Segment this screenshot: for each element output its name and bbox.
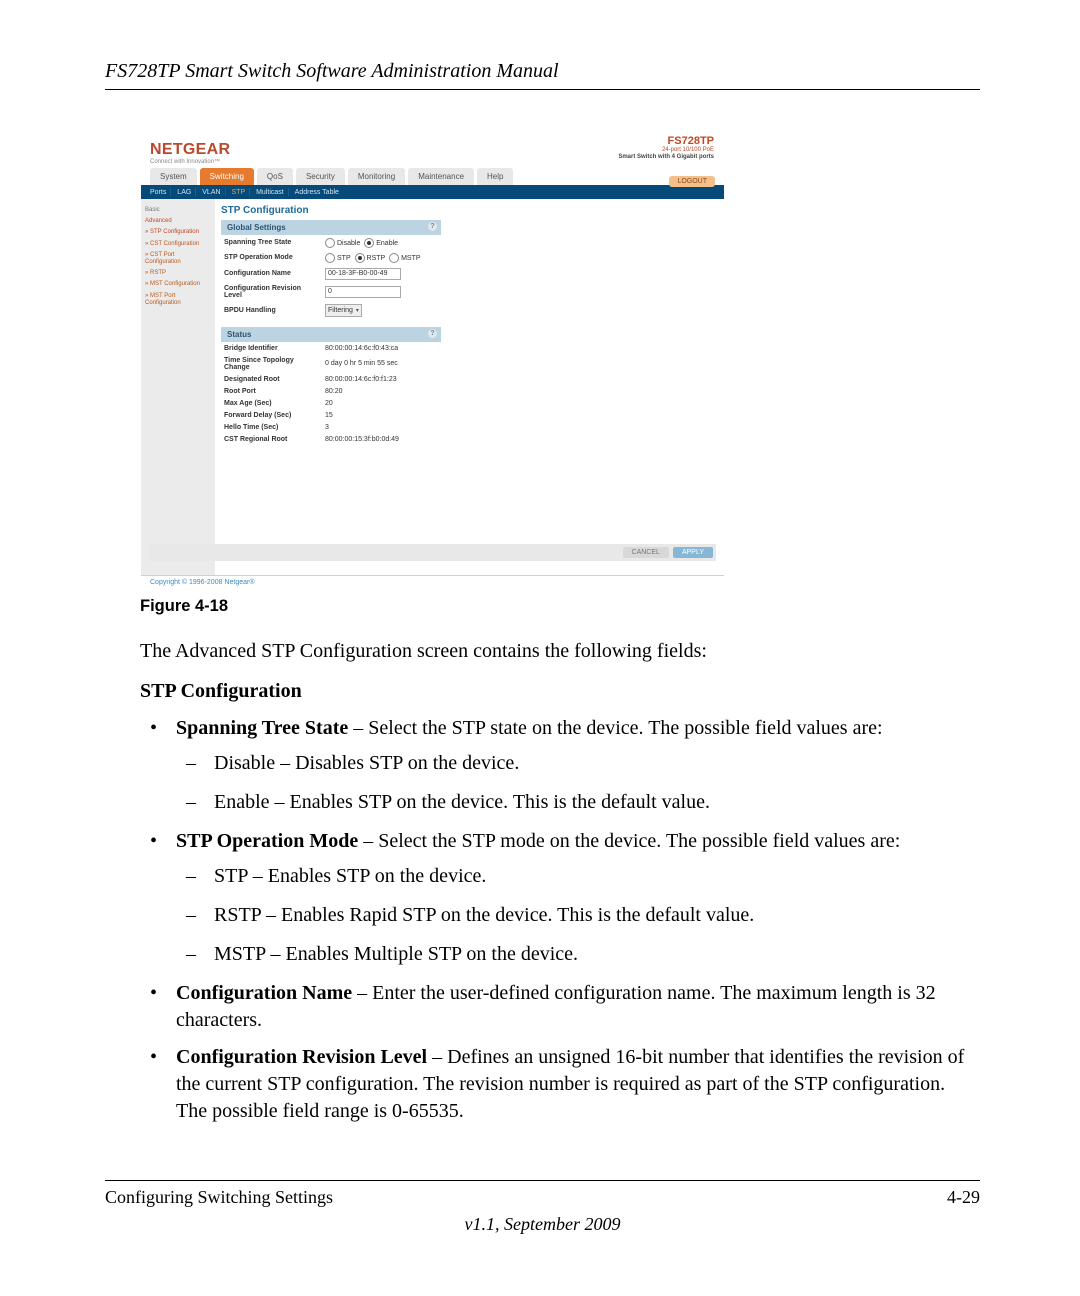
sub-item: STP – Enables STP on the device. bbox=[176, 863, 980, 890]
config-name-input[interactable]: 00-18-3F-B0-00-49 bbox=[325, 268, 401, 280]
model-desc: 24-port 10/100 PoE bbox=[618, 147, 714, 154]
sidebar-item-advanced[interactable]: Advanced bbox=[145, 216, 211, 227]
sidebar-item-cst-port[interactable]: » CST Port Configuration bbox=[145, 250, 211, 268]
version-line: v1.1, September 2009 bbox=[105, 1214, 980, 1235]
tab-maintenance[interactable]: Maintenance bbox=[408, 168, 474, 185]
tab-system[interactable]: System bbox=[150, 168, 197, 185]
tab-switching[interactable]: Switching bbox=[200, 168, 254, 185]
action-footer: CANCEL APPLY bbox=[149, 544, 716, 561]
brand-tagline: Connect with Innovation™ bbox=[150, 159, 715, 165]
apply-button[interactable]: APPLY bbox=[673, 547, 713, 558]
page-title: STP Configuration bbox=[221, 205, 716, 216]
radio-mstp[interactable] bbox=[389, 253, 399, 263]
subtab-address-table[interactable]: Address Table bbox=[295, 189, 339, 196]
status-table: Bridge Identifier80:00:00:14:6c:f0:43:ca… bbox=[221, 342, 441, 445]
figure-screenshot: NETGEAR Connect with Innovation™ FS728TP… bbox=[140, 130, 980, 579]
bpdu-select[interactable]: Filtering bbox=[325, 304, 362, 317]
cancel-button[interactable]: CANCEL bbox=[623, 547, 669, 558]
footer-right: 4-29 bbox=[947, 1187, 980, 1208]
copyright: Copyright © 1996-2008 Netgear® bbox=[141, 575, 724, 589]
brand-logo: NETGEAR bbox=[150, 141, 230, 158]
page-footer: Configuring Switching Settings 4-29 bbox=[105, 1180, 980, 1208]
section-title: STP Configuration bbox=[140, 680, 980, 703]
sub-item: RSTP – Enables Rapid STP on the device. … bbox=[176, 902, 980, 929]
subtab-stp[interactable]: STP bbox=[232, 189, 246, 196]
help-icon[interactable]: ? bbox=[428, 222, 437, 231]
model-sub: Smart Switch with 4 Gigabit ports bbox=[618, 154, 714, 160]
sub-item: Enable – Enables STP on the device. This… bbox=[176, 789, 980, 816]
global-settings-header: Global Settings? bbox=[221, 220, 441, 235]
list-item: Spanning Tree State – Select the STP sta… bbox=[140, 715, 980, 816]
sidebar-item-basic[interactable]: Basic bbox=[145, 205, 211, 216]
list-item: Configuration Name – Enter the user-defi… bbox=[140, 980, 980, 1034]
help-icon[interactable]: ? bbox=[428, 329, 437, 338]
subtab-lag[interactable]: LAG bbox=[177, 189, 191, 196]
list-item: STP Operation Mode – Select the STP mode… bbox=[140, 828, 980, 968]
status-header: Status? bbox=[221, 327, 441, 342]
list-item: Configuration Revision Level – Defines a… bbox=[140, 1044, 980, 1125]
sidebar-item-cst-config[interactable]: » CST Configuration bbox=[145, 239, 211, 250]
logout-button[interactable]: LOGOUT bbox=[669, 176, 715, 187]
tab-qos[interactable]: QoS bbox=[257, 168, 293, 185]
sidebar-item-mst-config[interactable]: » MST Configuration bbox=[145, 279, 211, 290]
main-tabs: System Switching QoS Security Monitoring… bbox=[141, 168, 724, 185]
radio-enable[interactable] bbox=[364, 238, 374, 248]
sub-item: MSTP – Enables Multiple STP on the devic… bbox=[176, 941, 980, 968]
sub-tabs: Ports LAG VLAN STP Multicast Address Tab… bbox=[141, 185, 724, 199]
tab-security[interactable]: Security bbox=[296, 168, 345, 185]
radio-rstp[interactable] bbox=[355, 253, 365, 263]
model-name: FS728TP bbox=[618, 135, 714, 147]
sidebar-item-rstp[interactable]: » RSTP bbox=[145, 268, 211, 279]
field-list: Spanning Tree State – Select the STP sta… bbox=[140, 715, 980, 1125]
figure-label: Figure 4-18 bbox=[140, 597, 980, 616]
config-rev-input[interactable]: 0 bbox=[325, 286, 401, 298]
sidebar-item-stp-config[interactable]: » STP Configuration bbox=[145, 227, 211, 238]
subtab-vlan[interactable]: VLAN bbox=[202, 189, 220, 196]
intro-text: The Advanced STP Configuration screen co… bbox=[140, 638, 980, 664]
tab-help[interactable]: Help bbox=[477, 168, 513, 185]
sidebar: Basic Advanced » STP Configuration » CST… bbox=[141, 199, 215, 575]
tab-monitoring[interactable]: Monitoring bbox=[348, 168, 405, 185]
radio-disable[interactable] bbox=[325, 238, 335, 248]
document-header: FS728TP Smart Switch Software Administra… bbox=[105, 60, 980, 90]
radio-stp[interactable] bbox=[325, 253, 335, 263]
global-settings-table: Spanning Tree State Disable Enable STP O… bbox=[221, 235, 441, 319]
subtab-ports[interactable]: Ports bbox=[150, 189, 166, 196]
sidebar-item-mst-port[interactable]: » MST Port Configuration bbox=[145, 291, 211, 309]
footer-left: Configuring Switching Settings bbox=[105, 1187, 333, 1208]
sub-item: Disable – Disables STP on the device. bbox=[176, 750, 980, 777]
subtab-multicast[interactable]: Multicast bbox=[256, 189, 284, 196]
